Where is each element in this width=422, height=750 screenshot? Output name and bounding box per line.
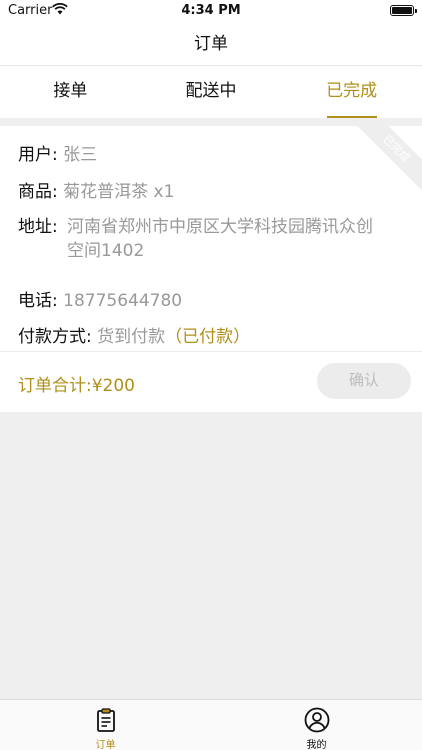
clock: 4:34 PM	[181, 3, 241, 18]
payment-value: 货到付款	[97, 327, 166, 347]
payment-status: （已付款）	[165, 327, 251, 347]
user-label: 用户:	[18, 145, 58, 165]
address-label: 地址:	[18, 217, 58, 237]
user-icon	[304, 707, 329, 733]
user-value: 张三	[63, 145, 98, 165]
tab-delivering[interactable]: 配送中	[141, 66, 282, 118]
tabbar-item-orders[interactable]: 订单	[0, 700, 211, 750]
tabbar-label-orders: 订单	[95, 740, 116, 750]
tab-completed[interactable]: 已完成	[281, 66, 422, 118]
phone-row: 电话: 18775644780	[18, 286, 182, 311]
status-bar: Carrier 4:34 PM	[0, 0, 422, 22]
payment-row: 付款方式: 货到付款（已付款）	[18, 322, 250, 347]
product-row: 商品: 菊花普洱茶 x1	[18, 177, 174, 202]
order-status-tabs: 接单 配送中 已完成	[0, 66, 422, 118]
completed-ribbon: 已完成	[345, 126, 422, 200]
product-value: 菊花普洱茶 x1	[63, 182, 175, 202]
address-row: 地址: 河南省郑州市中原区大学科技园腾讯众创空间1402	[18, 215, 378, 263]
order-icon	[96, 708, 115, 732]
order-total: 订单合计:¥200	[18, 376, 135, 396]
address-value: 河南省郑州市中原区大学科技园腾讯众创空间1402	[67, 217, 373, 261]
divider	[0, 351, 422, 352]
confirm-button[interactable]: 确认	[317, 363, 411, 399]
user-row: 用户: 张三	[18, 140, 97, 165]
phone-value[interactable]: 18775644780	[63, 291, 182, 311]
page-title: 订单	[0, 22, 422, 66]
product-label: 商品:	[18, 182, 58, 202]
battery-icon	[390, 5, 417, 16]
tabbar-label-me: 我的	[306, 740, 327, 750]
payment-label: 付款方式:	[18, 327, 92, 347]
bottom-tab-bar: 订单 我的	[0, 699, 422, 750]
tabbar-item-me[interactable]: 我的	[211, 700, 422, 750]
phone-label: 电话:	[18, 291, 58, 311]
tab-accept[interactable]: 接单	[0, 66, 141, 118]
order-card: 已完成 用户: 张三 商品: 菊花普洱茶 x1 地址: 河南省郑州市中原区大学科…	[0, 126, 422, 412]
